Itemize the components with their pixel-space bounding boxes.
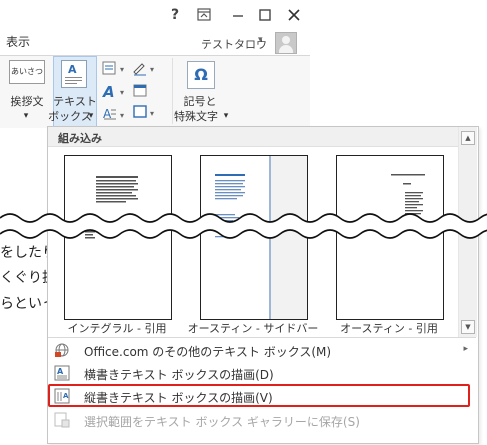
user-menu-arrow-icon[interactable]: ▾ xyxy=(258,35,263,45)
ribbon-display-options-button[interactable] xyxy=(193,4,215,26)
greeting-button[interactable]: 挨拶文 xyxy=(6,94,48,109)
maximize-icon xyxy=(259,9,271,21)
small-commands-column-2: ▾ ▾ xyxy=(133,63,154,118)
small-commands-column-1: ▾ A ▾ A ▾ xyxy=(102,61,124,121)
menu-item-office-more-textboxes[interactable]: Office.com のその他のテキスト ボックス(M) ▸ xyxy=(48,339,476,361)
menu-item-label: 選択範囲をテキスト ボックス ギャラリーに保存(S) xyxy=(84,415,360,429)
menu-item-save-selection-to-gallery[interactable]: 選択範囲をテキスト ボックス ギャラリーに保存(S) xyxy=(48,409,476,431)
scroll-up-button[interactable]: ▲ xyxy=(461,131,475,145)
gallery-caption: インテグラル - 引用 xyxy=(67,322,167,335)
submenu-arrow-icon: ▸ xyxy=(463,344,468,354)
svg-text:▾: ▾ xyxy=(120,65,124,74)
close-button[interactable] xyxy=(283,4,305,26)
svg-text:▾: ▾ xyxy=(120,88,124,97)
highlight-annotation-box xyxy=(48,384,470,407)
close-icon xyxy=(288,9,300,21)
symbol-dropdown-arrow-icon[interactable]: ▾ xyxy=(221,109,231,124)
symbol-button-label-2[interactable]: 特殊文字 xyxy=(170,109,222,124)
avatar-body xyxy=(279,45,293,53)
object-icon[interactable]: ▾ xyxy=(133,105,154,118)
svg-text:▾: ▾ xyxy=(120,111,124,120)
greeting-icon: あいさつ xyxy=(9,60,45,84)
svg-text:▾: ▾ xyxy=(150,109,154,118)
avatar[interactable] xyxy=(275,32,297,54)
textbox-button-label-1: テキスト xyxy=(53,95,97,108)
maximize-button[interactable] xyxy=(254,4,276,26)
office-globe-icon xyxy=(55,343,69,357)
greeting-dropdown-arrow-icon[interactable]: ▾ xyxy=(19,109,33,124)
minimize-button[interactable] xyxy=(227,4,249,26)
textbox-dropdown-arrow-icon: ▾ xyxy=(88,111,94,121)
gallery-caption: オースティン - 引用 xyxy=(340,322,438,335)
textbox-icon: A xyxy=(61,60,87,88)
svg-text:▾: ▾ xyxy=(150,65,154,74)
textbox-icon-glyph: A xyxy=(68,63,77,76)
torn-edge-cut xyxy=(0,213,487,239)
greeting-button-label: 挨拶文 xyxy=(10,95,44,108)
symbol-button-label-1[interactable]: 記号と xyxy=(180,94,220,109)
svg-text:A: A xyxy=(57,367,64,376)
wordart-icon[interactable]: A ▾ xyxy=(102,83,124,101)
tab-view[interactable]: 表示 xyxy=(6,33,30,50)
help-button[interactable]: ? xyxy=(164,4,186,26)
dropcap-icon[interactable]: A ▾ xyxy=(103,107,124,121)
omega-icon: Ω xyxy=(187,61,215,89)
title-bar: ? xyxy=(0,0,310,30)
quick-parts-icon[interactable]: ▾ xyxy=(102,61,124,75)
menu-item-draw-horizontal-textbox[interactable]: A 横書きテキスト ボックスの描画(D) xyxy=(48,362,476,384)
menu-item-label: Office.com のその他のテキスト ボックス(M) xyxy=(84,345,332,359)
gallery-caption: オースティン - サイドバー xyxy=(187,322,319,335)
avatar-head xyxy=(282,36,290,44)
ribbon-display-icon xyxy=(197,8,211,21)
menu-item-label: 横書きテキスト ボックスの描画(D) xyxy=(84,368,274,382)
minimize-icon xyxy=(233,15,243,17)
gallery-header: 組み込み xyxy=(48,127,458,147)
horizontal-textbox-icon: A xyxy=(54,365,70,381)
signature-line-icon[interactable]: ▾ xyxy=(133,63,154,76)
date-time-icon[interactable] xyxy=(133,84,147,97)
scroll-down-button[interactable]: ▼ xyxy=(461,320,475,334)
save-to-gallery-icon xyxy=(54,412,70,428)
menu-separator xyxy=(48,337,476,338)
svg-text:A: A xyxy=(102,83,115,101)
gallery-header-label: 組み込み xyxy=(58,132,102,145)
